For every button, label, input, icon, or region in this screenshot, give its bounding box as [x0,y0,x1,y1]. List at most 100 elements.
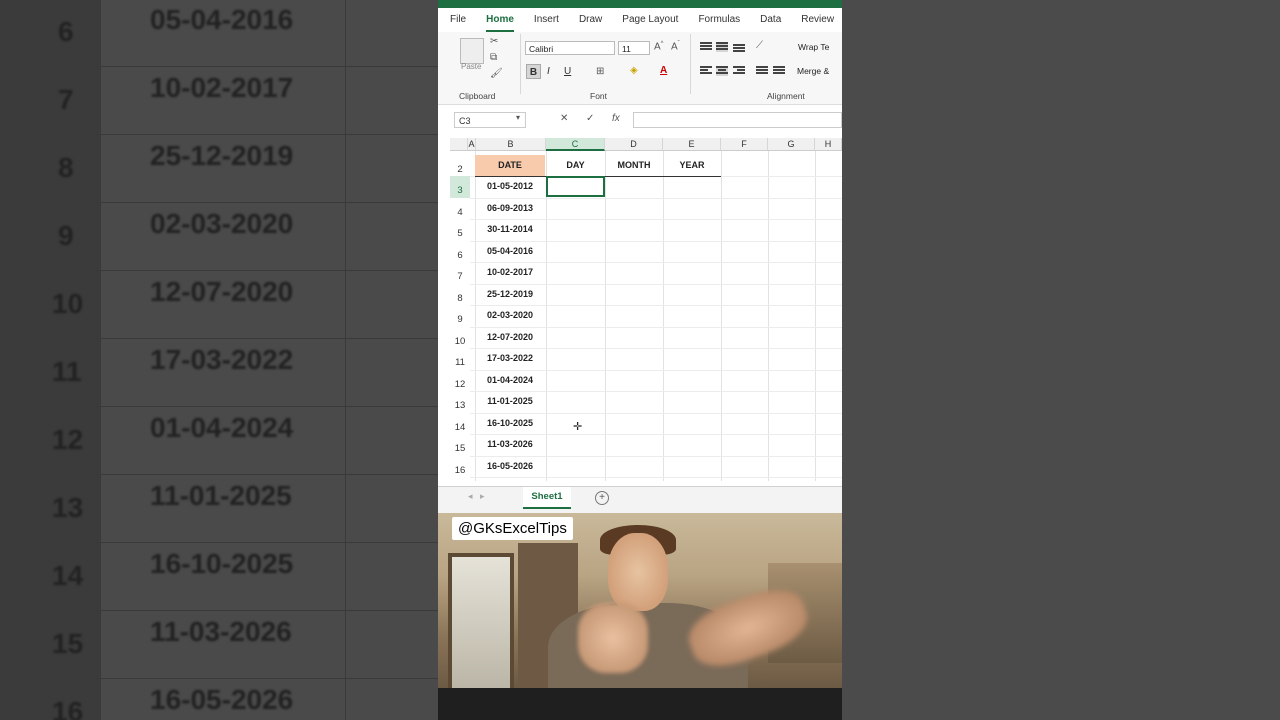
bottom-align-icon[interactable] [733,44,745,54]
date-header-cell[interactable]: DATE [475,155,545,176]
row-header-11[interactable]: 11 [450,348,470,370]
row-header-10[interactable]: 10 [450,327,470,349]
column-header-g[interactable]: G [768,138,815,151]
middle-align-icon[interactable] [716,42,728,52]
row-header-6[interactable]: 6 [450,241,470,263]
italic-button[interactable]: I [547,66,550,77]
tab-formulas[interactable]: Formulas [698,8,740,32]
year-header-cell[interactable]: YEAR [663,155,721,176]
date-cell[interactable]: 02-03-2020 [475,310,545,320]
date-cell[interactable]: 05-04-2016 [475,246,545,256]
grid-line [470,348,842,349]
bg-row-number: 15 [52,628,84,659]
tab-data[interactable]: Data [760,8,781,32]
column-header-f[interactable]: F [721,138,768,151]
top-align-icon[interactable] [700,42,712,52]
date-cell[interactable]: 16-10-2025 [475,418,545,428]
date-cell[interactable]: 01-05-2012 [475,181,545,191]
bold-button[interactable]: B [526,64,541,79]
sheet-tab-sheet1[interactable]: Sheet1 [523,487,571,509]
row-header-15[interactable]: 15 [450,434,470,456]
tab-page-layout[interactable]: Page Layout [622,8,678,32]
date-cell[interactable]: 10-02-2017 [475,267,545,277]
row-header-7[interactable]: 7 [450,262,470,284]
bg-date-text: 11-01-2025 [150,480,292,511]
add-sheet-icon[interactable]: + [595,491,609,505]
row-header-16[interactable]: 16 [450,456,470,478]
copy-icon[interactable]: ⧉ [490,52,497,63]
fill-color-icon[interactable]: ◈ [630,65,638,76]
row-header-14[interactable]: 14 [450,413,470,435]
orientation-icon[interactable]: ⟋ [756,40,763,51]
merge-center-button[interactable]: Merge & [797,66,829,76]
font-color-icon[interactable]: A [660,65,667,76]
tab-file[interactable]: File [450,8,466,32]
bg-row-number: 16 [52,696,84,720]
name-box-dropdown-icon[interactable]: ▾ [516,113,520,122]
grid-line [470,219,842,220]
column-header-c[interactable]: C [546,138,605,151]
month-header-cell[interactable]: MONTH [605,155,663,176]
date-cell[interactable]: 25-12-2019 [475,289,545,299]
bg-row-number: 11 [52,356,82,387]
row-header-5[interactable]: 5 [450,219,470,241]
row-header-9[interactable]: 9 [450,305,470,327]
date-cell[interactable]: 11-03-2026 [475,439,545,449]
grid-line [470,455,842,457]
cancel-icon[interactable]: ✕ [560,113,568,124]
font-size-select[interactable]: 11 [618,41,650,55]
reaction-video-frame: @GKsExcelTips [438,513,842,720]
grid-line [663,151,664,481]
date-cell[interactable]: 17-03-2022 [475,353,545,363]
grid-line [605,151,606,481]
date-cell[interactable]: 01-04-2024 [475,375,545,385]
increase-indent-icon[interactable] [773,66,785,76]
date-cell[interactable]: 30-11-2014 [475,224,545,234]
date-cell[interactable]: 16-05-2026 [475,461,545,471]
row-header-13[interactable]: 13 [450,391,470,413]
paste-button[interactable] [460,38,484,64]
decrease-font-icon[interactable]: Aˇ [671,41,680,52]
wrap-text-button[interactable]: Wrap Te [798,42,829,52]
row-header-8[interactable]: 8 [450,284,470,306]
font-name-select[interactable]: Calibri [525,41,615,55]
sheet-nav-arrows-icon[interactable]: ◂ ▸ [468,491,485,502]
right-align-icon[interactable] [733,66,745,76]
grid-line [470,240,842,242]
column-header-b[interactable]: B [476,138,546,151]
cut-icon[interactable]: ✂ [490,36,498,47]
insert-function-icon[interactable]: fx [612,113,620,124]
date-cell[interactable]: 06-09-2013 [475,203,545,213]
decrease-indent-icon[interactable] [756,66,768,76]
tab-insert[interactable]: Insert [534,8,559,32]
divider [520,34,521,94]
select-all-corner[interactable] [450,138,468,151]
left-align-icon[interactable] [700,66,712,76]
column-header-a[interactable]: A [468,138,476,151]
date-cell[interactable]: 12-07-2020 [475,332,545,342]
borders-icon[interactable]: ⊞ [596,66,604,77]
tab-review[interactable]: Review [801,8,834,32]
tab-home[interactable]: Home [486,8,514,32]
bg-date-text: 10-02-2017 [150,72,294,103]
active-cell-c3[interactable] [546,176,605,197]
increase-font-icon[interactable]: A^ [654,41,664,52]
formula-input[interactable] [633,112,842,128]
column-header-d[interactable]: D [605,138,663,151]
enter-icon[interactable]: ✓ [586,113,594,124]
row-header-12[interactable]: 12 [450,370,470,392]
underline-button[interactable]: U [564,66,571,77]
center-align-icon[interactable] [716,66,728,76]
row-header-3[interactable]: 3 [450,176,470,198]
date-cell[interactable]: 11-01-2025 [475,396,545,406]
row-header-4[interactable]: 4 [450,198,470,220]
column-header-h[interactable]: H [815,138,842,151]
format-painter-icon[interactable]: 🖌 [490,68,503,79]
grid-line [470,412,842,414]
day-header-cell[interactable]: DAY [546,155,605,176]
video-window [448,553,514,701]
row-header-2[interactable]: 2 [450,155,470,177]
column-header-e[interactable]: E [663,138,721,151]
bg-date-text: 01-04-2024 [150,412,294,443]
tab-draw[interactable]: Draw [579,8,602,32]
